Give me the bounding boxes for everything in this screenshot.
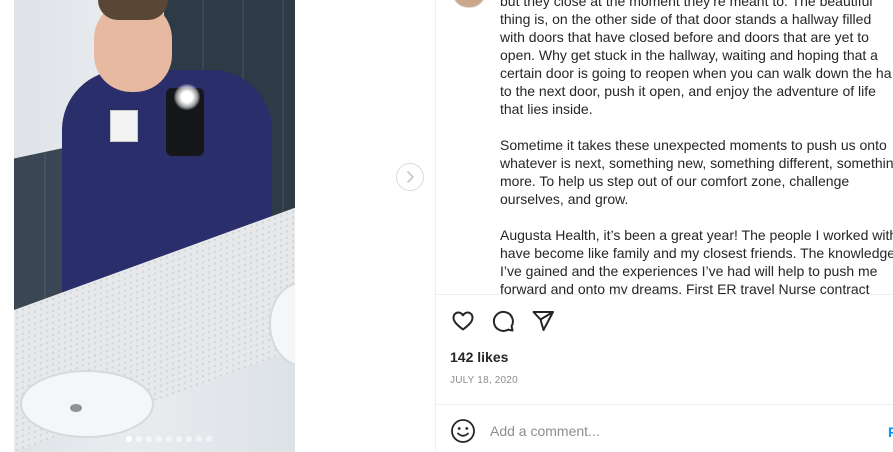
media-pane [0, 0, 435, 452]
actions-divider [436, 294, 893, 295]
emoji-button[interactable] [450, 418, 476, 444]
carousel-dot [176, 436, 182, 442]
caption-line: that lies inside. [500, 101, 593, 117]
carousel-dot [156, 436, 162, 442]
caption-line: with doors that have closed before and d… [500, 29, 869, 45]
comment-button[interactable] [490, 308, 516, 334]
carousel-dot [196, 436, 202, 442]
caption-line: Augusta Health, it’s been a great year! … [500, 227, 893, 243]
camera-flash [174, 84, 200, 110]
sink-left [20, 370, 154, 438]
caption-line: to the next door, push it open, and enjo… [500, 83, 876, 99]
carousel-dot [136, 436, 142, 442]
carousel-dot-active [126, 436, 132, 442]
avatar[interactable] [452, 0, 486, 8]
comment-divider [436, 404, 893, 405]
next-slide-button[interactable] [396, 163, 424, 191]
caption-line: open. Why get stuck in the hallway, wait… [500, 47, 878, 63]
post-date[interactable]: JULY 18, 2020 [450, 375, 518, 386]
comment-input[interactable] [490, 422, 880, 440]
carousel-dot [186, 436, 192, 442]
caption-line: I’ve gained and the experiences I’ve had… [500, 263, 878, 279]
post-comment-button[interactable]: Post [888, 424, 893, 438]
pane-divider [435, 0, 436, 452]
caption-line: more. To help us step out of our comfort… [500, 173, 850, 189]
carousel-dot [146, 436, 152, 442]
caption-line: but they close at the moment they’re mea… [500, 0, 873, 9]
heart-icon [452, 311, 474, 331]
likes-count[interactable]: 142 likes [450, 349, 508, 365]
like-button[interactable] [450, 308, 476, 334]
caption-line: ourselves, and grow. [500, 191, 629, 207]
post-photo[interactable] [14, 0, 295, 452]
carousel-dot [206, 436, 212, 442]
emoji-icon [451, 419, 475, 443]
caption-line: forward and onto my dreams. First ER tra… [500, 281, 870, 294]
comment-icon [492, 310, 514, 332]
caption-line: thing is, on the other side of that door… [500, 11, 872, 27]
share-button[interactable] [530, 308, 556, 334]
id-badge [110, 110, 138, 142]
action-bar [450, 308, 556, 334]
carousel-dots [126, 436, 212, 442]
caption-line: Sometime it takes these unexpected momen… [500, 137, 887, 153]
caption-line: have become like family and my closest f… [500, 245, 893, 261]
post-caption: but they close at the moment they’re mea… [500, 0, 893, 294]
hair [98, 0, 168, 20]
drain [70, 404, 82, 412]
chevron-right-icon [407, 171, 414, 183]
paper-plane-icon [532, 311, 554, 331]
caption-line: whatever is next, something new, somethi… [500, 155, 893, 171]
caption-line: certain door is going to reopen when you… [500, 65, 892, 81]
carousel-dot [166, 436, 172, 442]
